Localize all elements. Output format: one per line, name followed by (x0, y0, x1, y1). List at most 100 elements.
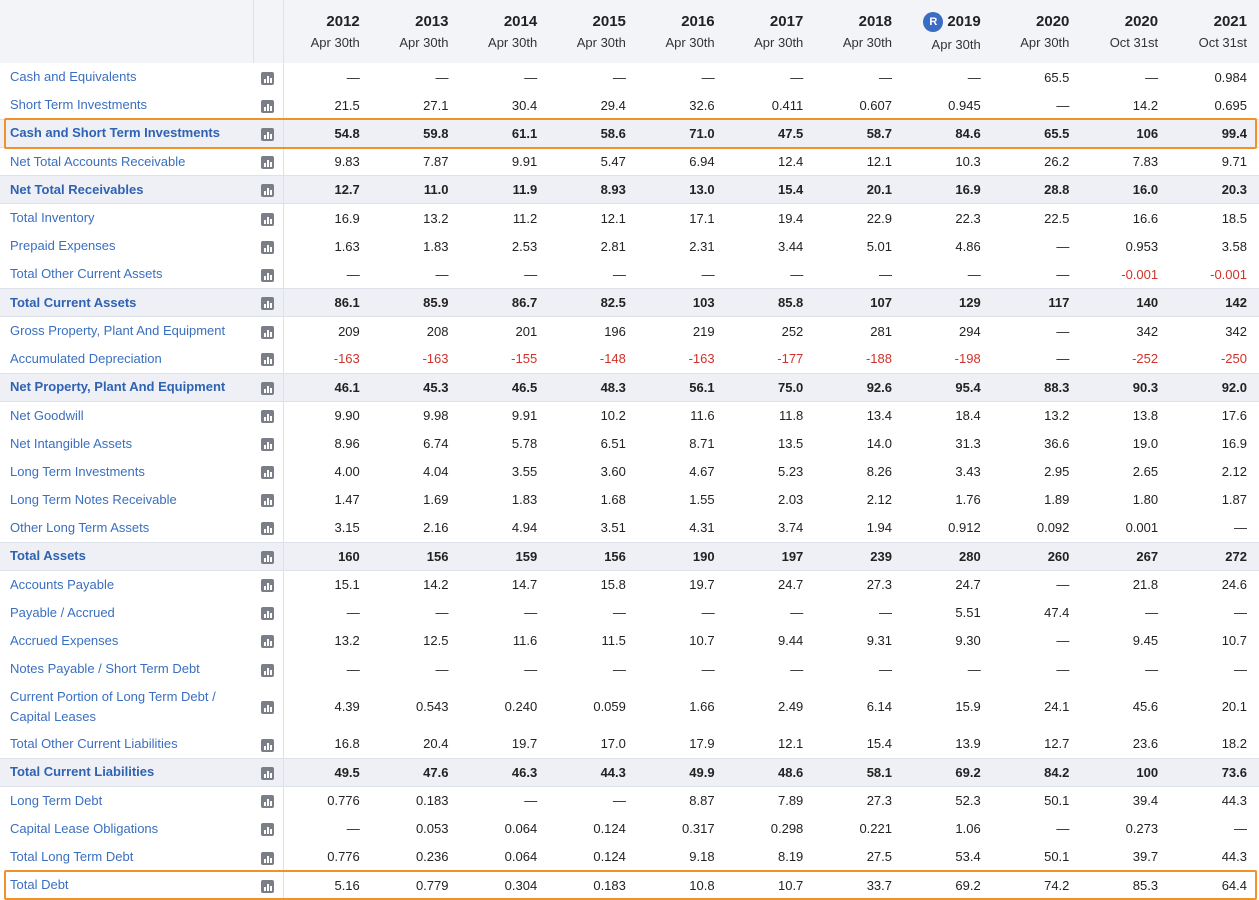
column-header[interactable]: 2020 Oct 31st (1081, 0, 1170, 63)
row-chart-button[interactable] (253, 871, 284, 900)
column-header[interactable]: 2017 Apr 30th (727, 0, 816, 63)
bar-chart-icon[interactable] (261, 879, 275, 893)
row-label[interactable]: Total Assets (0, 541, 254, 571)
bar-chart-icon[interactable] (261, 268, 275, 282)
row-label[interactable]: Net Goodwill (0, 401, 253, 429)
bar-chart-icon[interactable] (261, 297, 275, 311)
row-label[interactable]: Long Term Investments (0, 458, 253, 486)
row-label[interactable]: Current Portion of Long Term Debt / Capi… (0, 683, 253, 730)
row-chart-button[interactable] (253, 683, 284, 731)
row-chart-button[interactable] (253, 626, 284, 655)
row-chart-button[interactable] (253, 654, 284, 684)
row-chart-button[interactable] (253, 287, 284, 318)
bar-chart-icon[interactable] (261, 410, 275, 424)
bar-chart-icon[interactable] (261, 184, 275, 198)
row-chart-button[interactable] (253, 232, 284, 261)
row-label[interactable]: Accumulated Depreciation (0, 345, 253, 373)
row-label[interactable]: Total Current Liabilities (0, 757, 254, 788)
row-chart-button[interactable] (253, 203, 284, 233)
table-cell: 48.6 (726, 757, 816, 788)
column-header[interactable]: R 2019 Apr 30th (904, 0, 993, 63)
bar-chart-icon[interactable] (261, 795, 275, 809)
table-cell: 47.5 (726, 118, 816, 149)
row-chart-button[interactable] (253, 757, 284, 788)
bar-chart-icon[interactable] (261, 607, 275, 621)
row-chart-button[interactable] (253, 372, 284, 402)
row-chart-button[interactable] (253, 118, 284, 149)
row-label[interactable]: Other Long Term Assets (0, 514, 253, 542)
row-label[interactable]: Net Property, Plant And Equipment (0, 372, 254, 402)
row-chart-button[interactable] (253, 401, 284, 430)
bar-chart-icon[interactable] (261, 240, 275, 254)
row-label[interactable]: Long Term Notes Receivable (0, 486, 253, 514)
bar-chart-icon[interactable] (261, 635, 275, 649)
column-header[interactable]: 2014 Apr 30th (460, 0, 549, 63)
row-chart-button[interactable] (253, 175, 284, 205)
row-chart-button[interactable] (253, 514, 284, 543)
bar-chart-icon[interactable] (261, 766, 275, 780)
bar-chart-icon[interactable] (261, 851, 275, 865)
row-label[interactable]: Notes Payable / Short Term Debt (0, 655, 253, 683)
row-label[interactable]: Total Inventory (0, 204, 253, 232)
column-header[interactable]: 2016 Apr 30th (638, 0, 727, 63)
bar-chart-icon[interactable] (261, 128, 275, 141)
column-header[interactable]: 2012 Apr 30th (283, 0, 372, 63)
column-header[interactable]: 2020 Apr 30th (993, 0, 1082, 63)
column-header[interactable]: 2018 Apr 30th (815, 0, 904, 63)
row-label[interactable]: Total Debt (0, 871, 253, 899)
row-label[interactable]: Net Intangible Assets (0, 429, 253, 457)
row-label[interactable]: Total Other Current Liabilities (0, 730, 253, 758)
column-header[interactable]: 2013 Apr 30th (372, 0, 461, 63)
row-chart-button[interactable] (253, 842, 284, 872)
row-label[interactable]: Total Long Term Debt (0, 843, 253, 871)
row-label[interactable]: Long Term Debt (0, 787, 253, 815)
row-label[interactable]: Total Other Current Assets (0, 260, 253, 288)
row-label[interactable]: Cash and Equivalents (0, 63, 253, 91)
row-label[interactable]: Net Total Accounts Receivable (0, 148, 253, 176)
bar-chart-icon[interactable] (261, 212, 275, 226)
bar-chart-icon[interactable] (261, 466, 275, 480)
bar-chart-icon[interactable] (261, 99, 275, 113)
row-label[interactable]: Accrued Expenses (0, 627, 253, 655)
column-header[interactable]: 2015 Apr 30th (549, 0, 638, 63)
row-chart-button[interactable] (253, 260, 284, 289)
bar-chart-icon[interactable] (261, 156, 275, 170)
bar-chart-icon[interactable] (261, 71, 275, 85)
row-label[interactable]: Net Total Receivables (0, 175, 254, 205)
row-chart-button[interactable] (253, 63, 284, 92)
column-header[interactable]: 2021 Oct 31st (1170, 0, 1259, 63)
row-chart-button[interactable] (253, 91, 284, 120)
row-chart-button[interactable] (253, 570, 284, 599)
row-chart-button[interactable] (253, 147, 284, 176)
bar-chart-icon[interactable] (261, 823, 275, 837)
row-label[interactable]: Prepaid Expenses (0, 232, 253, 260)
row-chart-button[interactable] (253, 429, 284, 458)
row-chart-button[interactable] (253, 814, 284, 843)
bar-chart-icon[interactable] (261, 381, 275, 395)
row-label[interactable]: Gross Property, Plant And Equipment (0, 317, 253, 345)
bar-chart-icon[interactable] (261, 353, 275, 367)
bar-chart-icon[interactable] (261, 438, 275, 452)
row-label[interactable]: Capital Lease Obligations (0, 815, 253, 843)
row-label[interactable]: Accounts Payable (0, 570, 253, 598)
row-chart-button[interactable] (253, 730, 284, 759)
row-chart-button[interactable] (253, 457, 284, 486)
row-label[interactable]: Total Current Assets (0, 287, 254, 318)
bar-chart-icon[interactable] (261, 325, 275, 339)
bar-chart-icon[interactable] (261, 522, 275, 536)
bar-chart-icon[interactable] (261, 738, 275, 752)
bar-chart-icon[interactable] (261, 579, 275, 593)
row-label[interactable]: Short Term Investments (0, 91, 253, 119)
row-chart-button[interactable] (253, 344, 284, 374)
row-chart-button[interactable] (253, 541, 284, 571)
row-chart-button[interactable] (253, 316, 284, 345)
row-label[interactable]: Cash and Short Term Investments (0, 118, 254, 149)
bar-chart-icon[interactable] (261, 701, 275, 715)
bar-chart-icon[interactable] (261, 663, 275, 677)
row-chart-button[interactable] (253, 598, 284, 627)
row-chart-button[interactable] (253, 485, 284, 514)
row-chart-button[interactable] (253, 786, 284, 815)
bar-chart-icon[interactable] (261, 494, 275, 508)
row-label[interactable]: Payable / Accrued (0, 599, 253, 627)
bar-chart-icon[interactable] (261, 550, 275, 564)
